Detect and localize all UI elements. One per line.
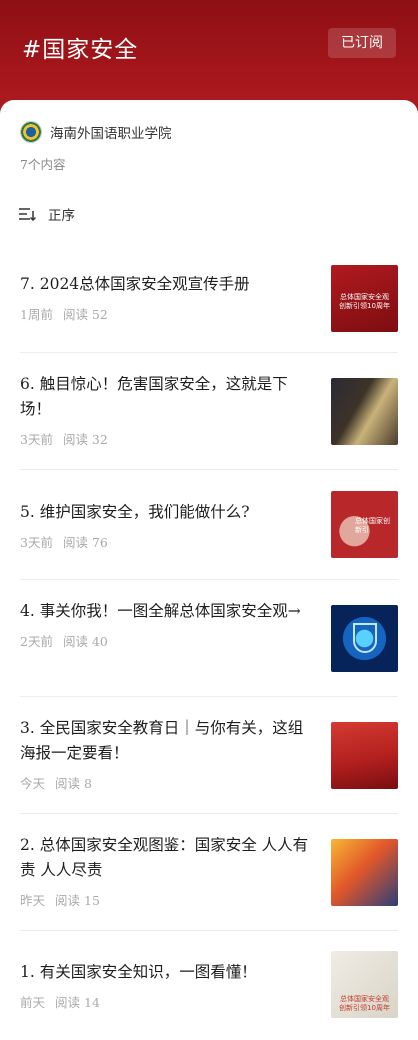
article-thumbnail: 总体国家创新引	[331, 491, 398, 558]
article-title: 7. 2024总体国家安全观宣传手册	[20, 275, 250, 293]
article-thumbnail	[331, 378, 398, 445]
sort-toggle[interactable]: 正序	[18, 204, 75, 224]
article-reads: 阅读 52	[62, 307, 108, 322]
list-item[interactable]: 5. 维护国家安全，我们能做什么? 3天前 阅读 76 总体国家创新引	[20, 470, 398, 580]
article-list: 7. 2024总体国家安全观宣传手册 1周前 阅读 52 总体国家安全观创新引领1…	[20, 248, 398, 1040]
sort-label: 正序	[48, 208, 75, 224]
list-item[interactable]: 1. 有关国家安全知识，一图看懂！ 前天 阅读 14 总体国家安全观创新引领10周…	[20, 931, 398, 1040]
article-reads: 阅读 32	[62, 432, 108, 447]
content-card: 海南外国语职业学院 7个内容 正序 7. 2024总体国家安全观宣传手册 1周前…	[0, 100, 418, 1040]
article-meta: 3天前 阅读 76	[20, 532, 316, 551]
school-logo-icon	[20, 121, 42, 143]
article-thumbnail	[331, 605, 398, 672]
shield-lock-icon	[353, 623, 377, 653]
article-time: 3天前	[20, 432, 53, 447]
article-reads: 阅读 76	[62, 535, 108, 550]
source-row[interactable]: 海南外国语职业学院	[20, 120, 172, 144]
article-meta: 3天前 阅读 32	[20, 429, 316, 448]
article-time: 前天	[20, 995, 46, 1010]
article-time: 今天	[20, 776, 46, 791]
article-title: 1. 有关国家安全知识，一图看懂！	[20, 963, 257, 981]
sort-icon	[19, 208, 36, 221]
article-reads: 阅读 8	[55, 776, 92, 791]
article-thumbnail: 总体国家安全观创新引领10周年	[331, 265, 398, 332]
source-name: 海南外国语职业学院	[50, 126, 172, 142]
thumbnail-caption: 总体国家创新引	[355, 517, 390, 534]
article-thumbnail	[331, 722, 398, 789]
article-title: 3. 全民国家安全教育日｜与你有关，这组海报一定要看！	[20, 719, 304, 762]
thumbnail-caption: 总体国家安全观创新引领10周年	[339, 293, 390, 310]
article-thumbnail	[331, 839, 398, 906]
thumbnail-caption: 总体国家安全观创新引领10周年	[339, 995, 390, 1012]
article-title: 6. 触目惊心！危害国家安全，这就是下场！	[20, 375, 288, 418]
list-item[interactable]: 4. 事关你我！一图全解总体国家安全观→ 2天前 阅读 40	[20, 580, 398, 697]
list-item[interactable]: 7. 2024总体国家安全观宣传手册 1周前 阅读 52 总体国家安全观创新引领1…	[20, 248, 398, 353]
article-meta: 1周前 阅读 52	[20, 304, 316, 323]
article-title: 2. 总体国家安全观图鉴：国家安全 人人有责 人人尽责	[20, 836, 309, 879]
topic-title: #国家安全	[22, 37, 139, 63]
article-title: 4. 事关你我！一图全解总体国家安全观→	[20, 602, 301, 620]
list-item[interactable]: 6. 触目惊心！危害国家安全，这就是下场！ 3天前 阅读 32	[20, 353, 398, 470]
article-meta: 今天 阅读 8	[20, 773, 316, 792]
article-meta: 2天前 阅读 40	[20, 631, 316, 650]
article-reads: 阅读 40	[62, 634, 108, 649]
subscribed-button[interactable]: 已订阅	[328, 28, 396, 58]
article-meta: 前天 阅读 14	[20, 992, 316, 1011]
article-time: 昨天	[20, 893, 46, 908]
list-item[interactable]: 2. 总体国家安全观图鉴：国家安全 人人有责 人人尽责 昨天 阅读 15	[20, 814, 398, 931]
article-time: 1周前	[20, 307, 53, 322]
list-item[interactable]: 3. 全民国家安全教育日｜与你有关，这组海报一定要看！ 今天 阅读 8	[20, 697, 398, 814]
article-reads: 阅读 15	[55, 893, 100, 908]
article-thumbnail: 总体国家安全观创新引领10周年	[331, 951, 398, 1018]
article-title: 5. 维护国家安全，我们能做什么?	[20, 503, 250, 521]
content-count: 7个内容	[20, 157, 66, 172]
article-time: 3天前	[20, 535, 53, 550]
article-time: 2天前	[20, 634, 53, 649]
article-meta: 昨天 阅读 15	[20, 890, 316, 909]
article-reads: 阅读 14	[55, 995, 100, 1010]
